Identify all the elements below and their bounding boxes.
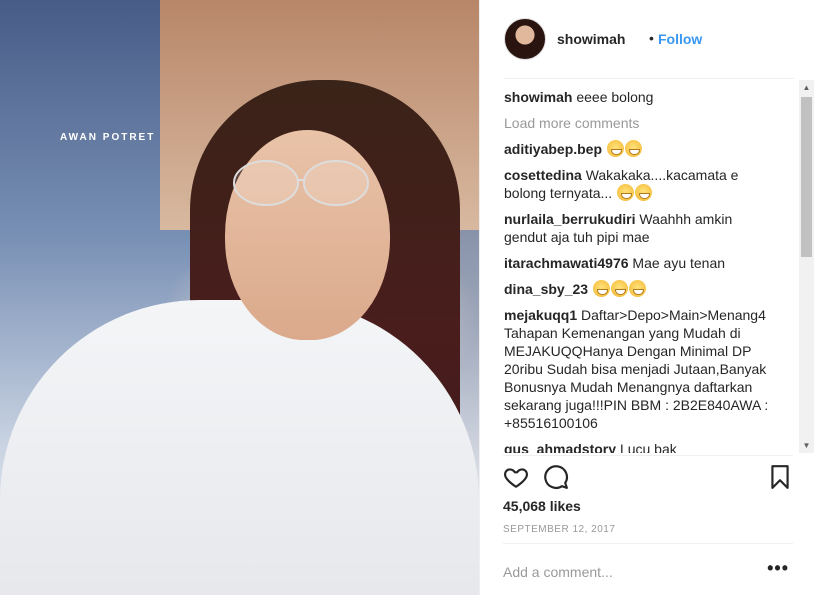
- post-photo: AWAN POTRET: [0, 0, 479, 595]
- grin-emoji-icon: [610, 280, 628, 297]
- grin-emoji-icon: [606, 140, 624, 157]
- comment-icon[interactable]: [543, 464, 569, 490]
- comment-username[interactable]: mejakuqq1: [504, 307, 577, 323]
- more-options-icon[interactable]: •••: [767, 558, 789, 579]
- caption-text: eeee bolong: [576, 89, 654, 105]
- comment-username[interactable]: dina_sby_23: [504, 281, 588, 297]
- photo-watermark: AWAN POTRET: [60, 132, 156, 143]
- post-header: showimah • Follow: [504, 18, 794, 79]
- comment-text: Daftar>Depo>Main>Menang4 Tahapan Kemenan…: [504, 307, 769, 431]
- comment-item: dina_sby_23: [504, 280, 778, 298]
- post-actions: [503, 455, 793, 489]
- comment-item: cosettedina Wakakaka....kacamata e bolon…: [504, 166, 778, 202]
- load-more-comments-button[interactable]: Load more comments: [504, 114, 778, 132]
- caption: showimah eeee bolong: [504, 88, 778, 106]
- caption-username[interactable]: showimah: [504, 89, 572, 105]
- comment-item: nurlaila_berrukudiri Waahhh amkin gendut…: [504, 210, 778, 246]
- comment-item: gus_ahmadstory Lucu bak: [504, 440, 778, 453]
- grin-emoji-icon: [624, 140, 642, 157]
- comment-username[interactable]: itarachmawati4976: [504, 255, 629, 271]
- username-link[interactable]: showimah: [557, 31, 625, 47]
- comments-scrollbar[interactable]: ▲ ▼: [799, 80, 814, 453]
- grin-emoji-icon: [628, 280, 646, 297]
- post-date[interactable]: SEPTEMBER 12, 2017: [503, 524, 615, 535]
- comment-username[interactable]: aditiyabep.bep: [504, 141, 602, 157]
- avatar[interactable]: [504, 18, 546, 60]
- comment-item: mejakuqq1 Daftar>Depo>Main>Menang4 Tahap…: [504, 306, 778, 432]
- comment-item: aditiyabep.bep: [504, 140, 778, 158]
- comment-username[interactable]: nurlaila_berrukudiri: [504, 211, 635, 227]
- bookmark-icon[interactable]: [767, 464, 793, 490]
- comments-list: showimah eeee bolong Load more comments …: [504, 88, 778, 453]
- follow-button[interactable]: Follow: [658, 31, 702, 47]
- grin-emoji-icon: [592, 280, 610, 297]
- grin-emoji-icon: [635, 184, 653, 201]
- comment-item: itarachmawati4976 Mae ayu tenan: [504, 254, 778, 272]
- comment-text: Lucu bak: [619, 441, 677, 453]
- comment-username[interactable]: cosettedina: [504, 167, 582, 183]
- comment-username[interactable]: gus_ahmadstory: [504, 441, 616, 453]
- add-comment-input[interactable]: Add a comment...: [503, 564, 613, 580]
- likes-count[interactable]: 45,068 likes: [503, 498, 581, 514]
- scroll-down-arrow-icon[interactable]: ▼: [799, 438, 814, 453]
- scroll-up-arrow-icon[interactable]: ▲: [799, 80, 814, 95]
- scrollbar-thumb[interactable]: [801, 97, 812, 257]
- heart-icon[interactable]: [503, 464, 529, 490]
- glasses-shape: [233, 160, 369, 206]
- comment-text: Mae ayu tenan: [632, 255, 726, 271]
- grin-emoji-icon: [617, 184, 635, 201]
- separator-dot: •: [649, 30, 654, 46]
- add-comment-bar: Add a comment... •••: [503, 543, 793, 596]
